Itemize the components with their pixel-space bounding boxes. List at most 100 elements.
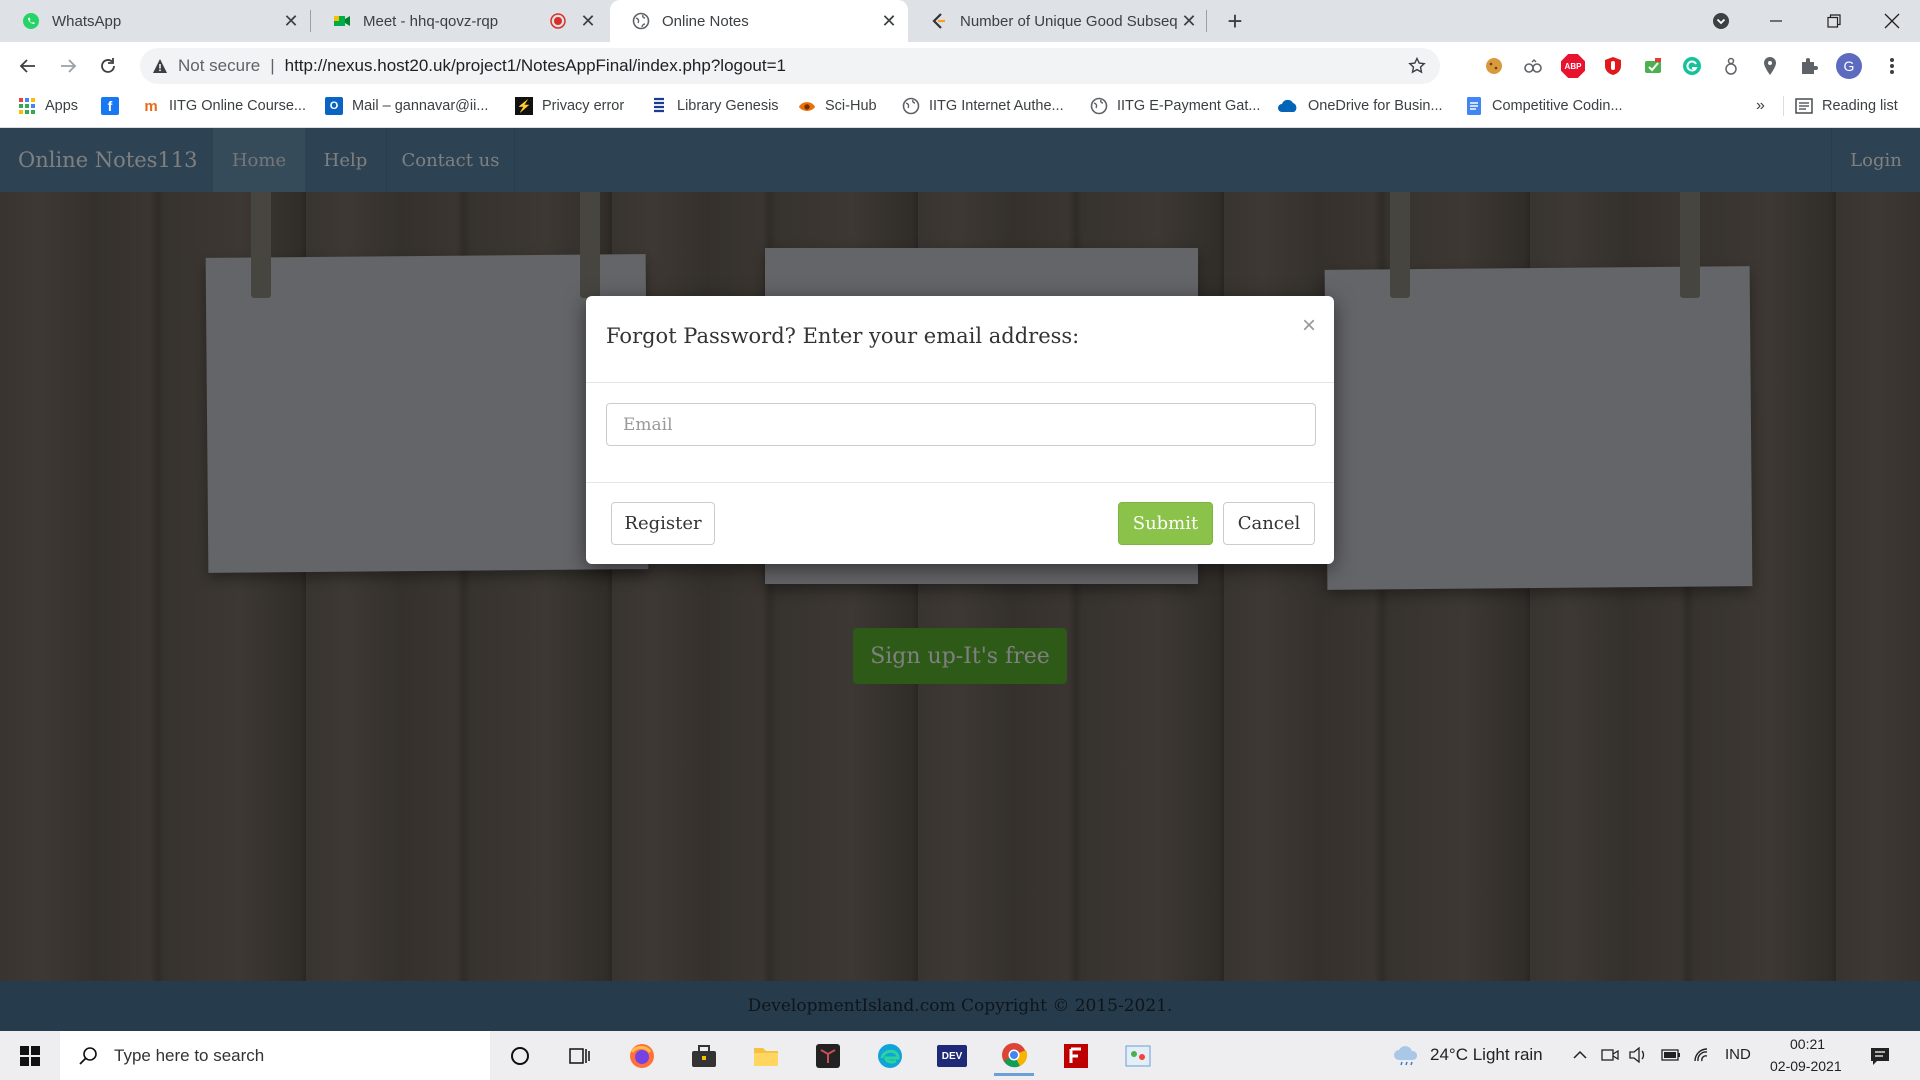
google-meet-icon xyxy=(333,12,351,30)
task-view-icon[interactable] xyxy=(560,1036,600,1076)
bookmark-label: Apps xyxy=(45,98,79,114)
google-docs-icon xyxy=(1465,97,1483,115)
tab-title: Online Notes xyxy=(662,12,749,30)
search-icon xyxy=(76,1044,100,1068)
security-label[interactable]: Not secure xyxy=(178,56,260,76)
grammarly-icon[interactable] xyxy=(1680,54,1704,78)
file-explorer-icon[interactable] xyxy=(746,1036,786,1076)
warning-icon[interactable] xyxy=(150,56,170,76)
email-input[interactable]: Email xyxy=(606,403,1316,446)
bookmark-library-genesis[interactable]: Library Genesis xyxy=(650,90,779,122)
notifications-icon[interactable] xyxy=(1866,1043,1894,1069)
address-separator: | xyxy=(270,56,275,75)
accessibility-extension-icon[interactable] xyxy=(1719,54,1743,78)
star-icon[interactable] xyxy=(1406,55,1428,77)
web-page: Online Notes113 Home Help Contact us Log… xyxy=(0,128,1920,1031)
clock-time[interactable]: 00:21 xyxy=(1790,1036,1825,1052)
forward-icon[interactable] xyxy=(52,50,84,82)
chevron-up-icon[interactable] xyxy=(1570,1045,1590,1065)
reading-list-button[interactable]: Reading list xyxy=(1795,90,1898,122)
tab-online-notes[interactable]: Online Notes ✕ xyxy=(610,0,908,42)
cookie-extension-icon[interactable] xyxy=(1482,54,1506,78)
screen: WhatsApp ✕ Meet - hhq-qovz-rqp ✕ Online … xyxy=(0,0,1920,1080)
weather-cloud-icon[interactable] xyxy=(1393,1043,1419,1067)
bookmarks-overflow-button[interactable]: » xyxy=(1756,90,1765,122)
checklist-extension-icon[interactable] xyxy=(1641,54,1665,78)
close-icon[interactable]: ✕ xyxy=(878,10,900,32)
profile-avatar[interactable]: G xyxy=(1836,53,1862,79)
close-window-icon[interactable] xyxy=(1872,6,1912,36)
bookmark-iitg-internet[interactable]: IITG Internet Authe... xyxy=(902,90,1064,122)
link-extension-icon[interactable] xyxy=(1521,54,1545,78)
leetcode-icon xyxy=(930,12,948,30)
windows-start-icon[interactable] xyxy=(10,1036,50,1076)
bookmark-label: Mail – gannavar@ii... xyxy=(352,98,489,114)
lightning-icon: ⚡ xyxy=(515,97,533,115)
weather-text[interactable]: 24°C Light rain xyxy=(1430,1045,1543,1065)
bookmark-mail[interactable]: O Mail – gannavar@ii... xyxy=(325,90,488,122)
wifi-icon[interactable] xyxy=(1692,1045,1712,1065)
restore-icon[interactable] xyxy=(1814,6,1854,36)
modal-title: Forgot Password? Enter your email addres… xyxy=(606,324,1080,348)
clock-date[interactable]: 02-09-2021 xyxy=(1770,1058,1842,1074)
cortana-icon[interactable] xyxy=(500,1036,540,1076)
bookmark-label: Library Genesis xyxy=(677,98,779,114)
register-button[interactable]: Register xyxy=(611,502,715,545)
tab-title: WhatsApp xyxy=(52,12,122,30)
bookmark-competitive-coding[interactable]: Competitive Codin... xyxy=(1465,90,1623,122)
taskbar-search-box[interactable]: Type here to search xyxy=(60,1031,490,1080)
reading-list-label: Reading list xyxy=(1822,98,1898,114)
modal-backdrop[interactable] xyxy=(0,128,1920,1031)
close-icon[interactable]: ✕ xyxy=(280,10,302,32)
bookmark-label: IITG Internet Authe... xyxy=(929,98,1064,114)
language-indicator[interactable]: IND xyxy=(1725,1046,1751,1063)
bookmark-iitg-epayment[interactable]: IITG E-Payment Gat... xyxy=(1090,90,1260,122)
address-bar[interactable]: Not secure | http://nexus.host20.uk/proj… xyxy=(140,48,1440,84)
close-icon[interactable]: ✕ xyxy=(1178,10,1200,32)
bookmark-onedrive[interactable]: OneDrive for Busin... xyxy=(1277,90,1443,122)
meet-now-icon[interactable] xyxy=(1600,1045,1620,1065)
globe-icon xyxy=(632,12,650,30)
speaker-icon[interactable] xyxy=(1628,1045,1648,1065)
bookmarks-divider xyxy=(1783,96,1784,116)
battery-icon[interactable] xyxy=(1660,1045,1682,1065)
bookmark-sci-hub[interactable]: Sci-Hub xyxy=(798,90,877,122)
bookmark-privacy-error[interactable]: ⚡ Privacy error xyxy=(515,90,624,122)
tab-whatsapp[interactable]: WhatsApp ✕ xyxy=(0,0,310,42)
new-tab-button[interactable]: + xyxy=(1220,6,1250,36)
facebook-icon: f xyxy=(101,97,119,115)
tab-meet[interactable]: Meet - hhq-qovz-rqp ✕ xyxy=(311,0,607,42)
search-placeholder: Type here to search xyxy=(114,1045,265,1065)
location-pin-icon[interactable] xyxy=(1758,54,1782,78)
tab-leetcode[interactable]: Number of Unique Good Subseq ✕ xyxy=(908,0,1208,42)
unity-icon[interactable] xyxy=(808,1036,848,1076)
puzzle-icon[interactable] xyxy=(1797,54,1821,78)
dev-to-icon[interactable]: DEV xyxy=(932,1036,972,1076)
submit-button[interactable]: Submit xyxy=(1118,502,1213,545)
bookmark-iitg-online-course[interactable]: m IITG Online Course... xyxy=(142,90,306,122)
paint-icon[interactable] xyxy=(1118,1036,1158,1076)
whatsapp-icon xyxy=(22,12,40,30)
reading-list-icon xyxy=(1795,97,1813,115)
globe-icon xyxy=(902,97,920,115)
tab-search-icon[interactable] xyxy=(1710,10,1732,32)
firefox-icon[interactable] xyxy=(622,1036,662,1076)
cancel-button[interactable]: Cancel xyxy=(1223,502,1315,545)
chrome-icon[interactable] xyxy=(994,1036,1034,1076)
close-icon[interactable]: × xyxy=(1302,312,1316,340)
library-genesis-icon xyxy=(650,97,668,115)
toolbox-icon[interactable] xyxy=(684,1036,724,1076)
back-icon[interactable] xyxy=(12,50,44,82)
reload-icon[interactable] xyxy=(92,50,124,82)
bookmark-apps[interactable]: Apps xyxy=(18,90,78,122)
ublock-icon[interactable] xyxy=(1601,54,1625,78)
close-icon[interactable]: ✕ xyxy=(577,10,599,32)
edge-icon[interactable] xyxy=(870,1036,910,1076)
modal-divider xyxy=(586,382,1334,383)
minimize-icon[interactable] xyxy=(1756,6,1796,36)
filezilla-icon[interactable] xyxy=(1056,1036,1096,1076)
url-text[interactable]: http://nexus.host20.uk/project1/NotesApp… xyxy=(285,56,786,76)
bookmark-facebook[interactable]: f xyxy=(101,90,128,122)
kebab-menu-icon[interactable] xyxy=(1880,54,1904,78)
bookmark-label: Privacy error xyxy=(542,98,625,114)
